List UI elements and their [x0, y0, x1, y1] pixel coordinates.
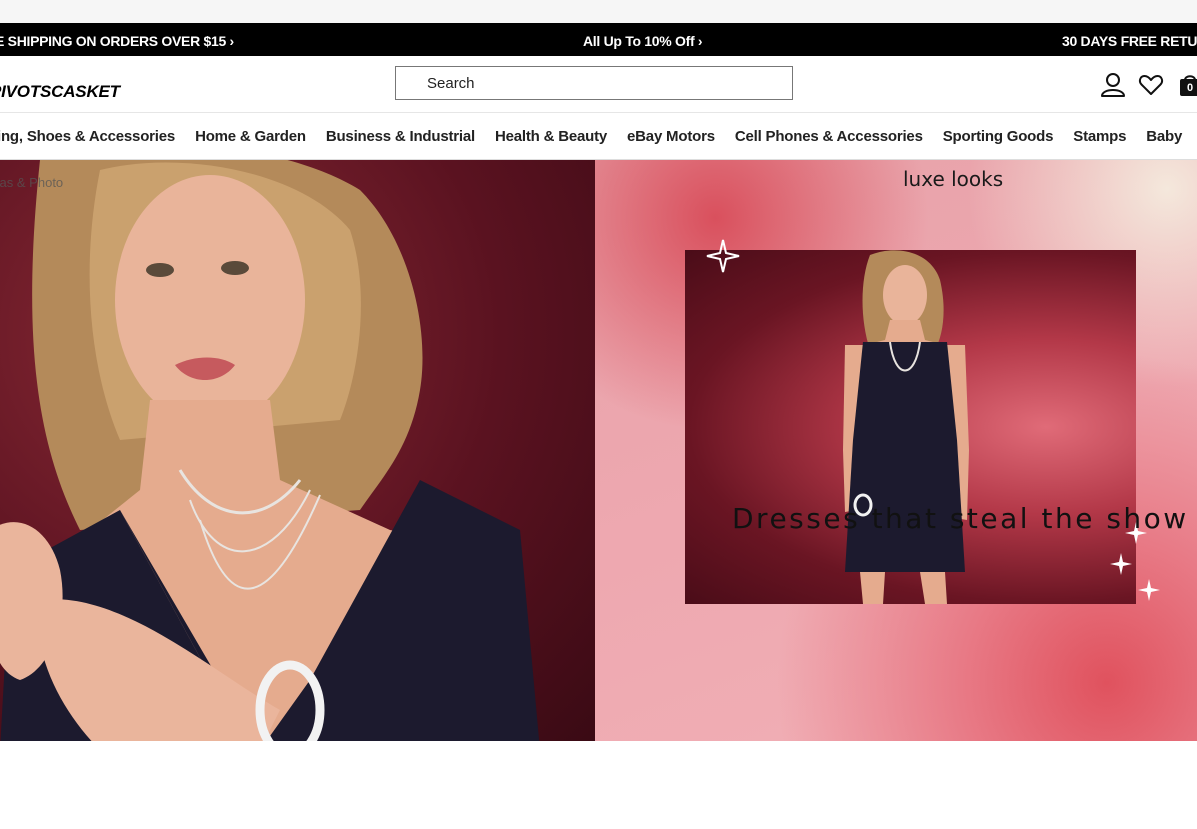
- model-portrait-image: [0, 160, 540, 741]
- nav-item-baby[interactable]: Baby: [1146, 128, 1182, 145]
- promo-free-shipping-link[interactable]: EE SHIPPING ON ORDERS OVER $15 ›: [0, 23, 234, 56]
- breadcrumb[interactable]: eras & Photo: [0, 175, 63, 190]
- site-header: PIVOTSCASKET 0: [0, 56, 1197, 113]
- hero-panel-right: luxe looks Dresses that steal the show: [595, 160, 1197, 741]
- cart-count: 0: [1186, 82, 1194, 94]
- nav-item-home-garden[interactable]: Home & Garden: [195, 128, 306, 145]
- browser-top-strip: [0, 0, 1197, 23]
- sparkle-icon: [706, 239, 740, 273]
- site-logo[interactable]: PIVOTSCASKET: [0, 82, 120, 102]
- user-icon[interactable]: [1100, 72, 1126, 98]
- promo-bar: EE SHIPPING ON ORDERS OVER $15 › All Up …: [0, 23, 1197, 56]
- heart-icon[interactable]: [1138, 72, 1164, 98]
- inset-photo: [685, 250, 1136, 604]
- category-nav-list: ing, Shoes & Accessories Home & Garden B…: [0, 113, 1182, 159]
- search-box: [395, 66, 793, 100]
- hero-headline: Dresses that steal the show: [732, 502, 1189, 535]
- nav-item-clothing[interactable]: ing, Shoes & Accessories: [0, 128, 175, 145]
- nav-item-health-beauty[interactable]: Health & Beauty: [495, 128, 607, 145]
- nav-item-sporting-goods[interactable]: Sporting Goods: [943, 128, 1054, 145]
- nav-item-stamps[interactable]: Stamps: [1073, 128, 1126, 145]
- sparkle-icon: [1138, 579, 1160, 601]
- hero-tagline: luxe looks: [903, 167, 1004, 191]
- hero-photo-left: eras & Photo: [0, 160, 595, 741]
- category-nav: ing, Shoes & Accessories Home & Garden B…: [0, 113, 1197, 160]
- nav-item-ebay-motors[interactable]: eBay Motors: [627, 128, 715, 145]
- nav-item-cell-phones[interactable]: Cell Phones & Accessories: [735, 128, 923, 145]
- search-input[interactable]: [396, 67, 787, 99]
- cart-button[interactable]: 0: [1178, 72, 1197, 98]
- nav-item-business-industrial[interactable]: Business & Industrial: [326, 128, 475, 145]
- hero-banner[interactable]: eras & Photo luxe looks: [0, 160, 1197, 741]
- model-dress-image: [843, 250, 969, 604]
- promo-free-returns-link[interactable]: 30 DAYS FREE RETURN: [1062, 23, 1197, 56]
- promo-discount-link[interactable]: All Up To 10% Off ›: [583, 23, 703, 56]
- sparkle-icon: [1110, 553, 1132, 575]
